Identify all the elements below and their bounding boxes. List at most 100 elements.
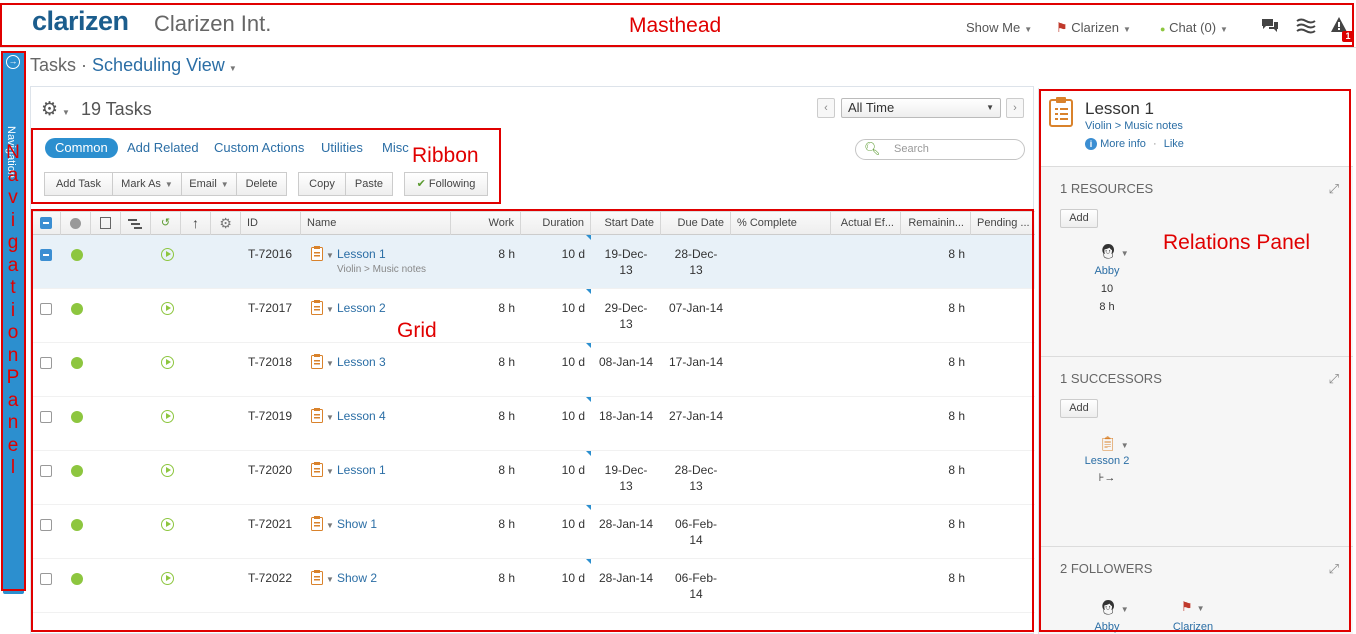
- chevron-down-icon[interactable]: ▼: [1197, 604, 1205, 613]
- task-name-link[interactable]: Lesson 3: [337, 355, 386, 369]
- select-all-checkbox[interactable]: [40, 217, 52, 229]
- chevron-down-icon[interactable]: ▼: [229, 64, 237, 73]
- follower-name-link[interactable]: Abby: [1087, 621, 1127, 633]
- column-percent-complete[interactable]: % Complete: [731, 212, 831, 236]
- search-filter-icon[interactable]: 🔍︎: [864, 141, 881, 157]
- column-name[interactable]: Name: [301, 212, 451, 236]
- row-checkbox[interactable]: [40, 465, 52, 477]
- task-name-link[interactable]: Show 2: [337, 571, 377, 585]
- like-link[interactable]: Like: [1164, 138, 1184, 150]
- settings-column-icon[interactable]: ⚙: [211, 212, 241, 236]
- table-row[interactable]: T-72019 ▼ Lesson 4 8 h 10 d 18-Jan-14 27-Jan-1…: [31, 397, 1035, 451]
- show-me-menu[interactable]: Show Me ▼: [966, 20, 1032, 35]
- column-pending[interactable]: Pending ...: [971, 212, 1035, 236]
- tab-add-related[interactable]: Add Related: [127, 138, 199, 158]
- column-actual-effort[interactable]: Actual Ef...: [831, 212, 901, 236]
- add-task-button[interactable]: Add Task: [44, 172, 113, 196]
- user-menu[interactable]: ⚑ Clarizen ▼: [1056, 20, 1131, 36]
- task-clipboard-icon[interactable]: ▼: [311, 408, 334, 426]
- row-checkbox[interactable]: [40, 411, 52, 423]
- task-clipboard-icon[interactable]: 📋︎ ▼: [1099, 435, 1129, 452]
- next-period-button[interactable]: ›: [1006, 98, 1024, 118]
- page-section[interactable]: Tasks: [30, 55, 76, 75]
- table-row[interactable]: T-72022 ▼ Show 2 8 h 10 d 28-Jan-14 06-Feb- 14 8…: [31, 559, 1035, 613]
- chevron-down-icon[interactable]: ▼: [1121, 605, 1129, 614]
- column-remaining[interactable]: Remainin...: [901, 212, 971, 236]
- task-clipboard-icon[interactable]: ▼: [311, 570, 334, 588]
- table-row[interactable]: T-72018 ▼ Lesson 3 8 h 10 d 08-Jan-14 17-Jan-1…: [31, 343, 1035, 397]
- view-selector[interactable]: Scheduling View: [92, 55, 225, 75]
- expand-icon[interactable]: ⤢: [1329, 181, 1339, 197]
- user-avatar-icon[interactable]: 👩︎ ▼: [1099, 243, 1129, 260]
- play-progress-icon[interactable]: [161, 572, 174, 585]
- clarizen-logo[interactable]: clarizen: [32, 6, 129, 37]
- tab-misc[interactable]: Misc: [382, 138, 409, 158]
- paste-button[interactable]: Paste: [345, 172, 393, 196]
- hierarchy-column-icon[interactable]: [121, 212, 151, 236]
- table-row[interactable]: T-72016 ▼ Lesson 1 Violin > Music notes 8 h 1…: [31, 235, 1035, 289]
- task-clipboard-icon[interactable]: ▼: [311, 300, 334, 318]
- prev-period-button[interactable]: ‹: [817, 98, 835, 118]
- table-row[interactable]: T-72020 ▼ Lesson 1 8 h 10 d 19-Dec- 13 28-Dec- 1…: [31, 451, 1035, 505]
- row-checkbox[interactable]: [40, 303, 52, 315]
- task-clipboard-icon[interactable]: ▼: [311, 516, 334, 534]
- column-duration[interactable]: Duration: [521, 212, 591, 236]
- column-due-date[interactable]: Due Date: [661, 212, 731, 236]
- relations-path-link[interactable]: Violin > Music notes: [1085, 120, 1183, 132]
- task-clipboard-icon[interactable]: ▼: [311, 354, 334, 372]
- following-button[interactable]: ✔ Following: [404, 172, 488, 196]
- chat-menu[interactable]: ● Chat (0) ▼: [1160, 20, 1228, 35]
- tab-common[interactable]: Common: [45, 138, 118, 158]
- more-info-link[interactable]: More info: [1100, 138, 1146, 150]
- task-name-link[interactable]: Lesson 1: [337, 247, 386, 261]
- successor-name-link[interactable]: Lesson 2: [1077, 455, 1137, 467]
- row-checkbox[interactable]: [40, 249, 52, 261]
- chevron-down-icon[interactable]: ▼: [62, 108, 70, 117]
- select-all-checkbox-cell[interactable]: [31, 212, 61, 236]
- row-checkbox[interactable]: [40, 357, 52, 369]
- tab-utilities[interactable]: Utilities: [321, 138, 363, 158]
- task-clipboard-icon[interactable]: ▼: [311, 246, 334, 264]
- table-row[interactable]: T-72017 ▼ Lesson 2 8 h 10 d 29-Dec- 13 07-Jan-1…: [31, 289, 1035, 343]
- play-progress-icon[interactable]: [161, 464, 174, 477]
- play-progress-icon[interactable]: [161, 302, 174, 315]
- mark-as-button[interactable]: Mark As ▼: [112, 172, 182, 196]
- task-name-link[interactable]: Lesson 2: [337, 301, 386, 315]
- calendar-column-icon[interactable]: [91, 212, 121, 236]
- column-id[interactable]: ID: [241, 212, 301, 236]
- play-progress-icon[interactable]: [161, 248, 174, 261]
- play-progress-icon[interactable]: [161, 518, 174, 531]
- search-input[interactable]: 🔍︎ Search: [855, 139, 1025, 160]
- play-progress-icon[interactable]: [161, 410, 174, 423]
- task-clipboard-icon[interactable]: ▼: [311, 462, 334, 480]
- progress-column-icon[interactable]: ↺: [151, 212, 181, 236]
- row-checkbox[interactable]: [40, 573, 52, 585]
- delete-button[interactable]: Delete: [236, 172, 287, 196]
- play-progress-icon[interactable]: [161, 356, 174, 369]
- time-filter-select[interactable]: All Time ▼: [841, 98, 1001, 118]
- status-column-icon[interactable]: [61, 212, 91, 236]
- expand-nav-icon[interactable]: →: [6, 55, 20, 69]
- follower-name-link[interactable]: Clarizen: [1165, 621, 1221, 633]
- row-checkbox[interactable]: [40, 519, 52, 531]
- company-avatar-icon[interactable]: ⚑ ▼: [1181, 599, 1205, 615]
- add-resource-button[interactable]: Add: [1060, 209, 1098, 228]
- chevron-down-icon[interactable]: ▼: [1121, 249, 1129, 258]
- table-row[interactable]: T-72021 ▼ Show 1 8 h 10 d 28-Jan-14 06-Feb- 14 8…: [31, 505, 1035, 559]
- task-name-link[interactable]: Lesson 4: [337, 409, 386, 423]
- add-successor-button[interactable]: Add: [1060, 399, 1098, 418]
- gear-icon[interactable]: ⚙: [41, 99, 58, 120]
- user-avatar-icon[interactable]: 👩︎ ▼: [1099, 599, 1129, 616]
- column-work[interactable]: Work: [451, 212, 521, 236]
- expand-icon[interactable]: ⤢: [1329, 371, 1339, 387]
- resource-name-link[interactable]: Abby: [1087, 265, 1127, 277]
- chevron-down-icon[interactable]: ▼: [1121, 441, 1129, 450]
- tab-custom-actions[interactable]: Custom Actions: [214, 138, 304, 158]
- task-name-link[interactable]: Lesson 1: [337, 463, 386, 477]
- expand-icon[interactable]: ⤢: [1329, 561, 1339, 577]
- chat-bubbles-icon[interactable]: [1260, 16, 1280, 39]
- copy-button[interactable]: Copy: [298, 172, 346, 196]
- email-button[interactable]: Email ▼: [181, 172, 237, 196]
- activity-stream-icon[interactable]: [1296, 16, 1316, 39]
- task-name-link[interactable]: Show 1: [337, 517, 377, 531]
